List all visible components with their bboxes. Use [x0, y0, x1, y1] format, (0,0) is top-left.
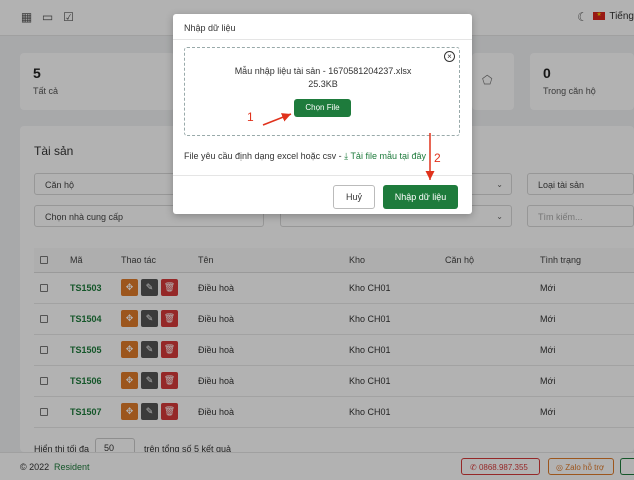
annotation-step-1: 1 — [247, 110, 254, 124]
annotation-arrows — [262, 113, 435, 180]
annotation-step-2: 2 — [434, 151, 441, 165]
arrow-to-choose-file — [262, 113, 292, 126]
